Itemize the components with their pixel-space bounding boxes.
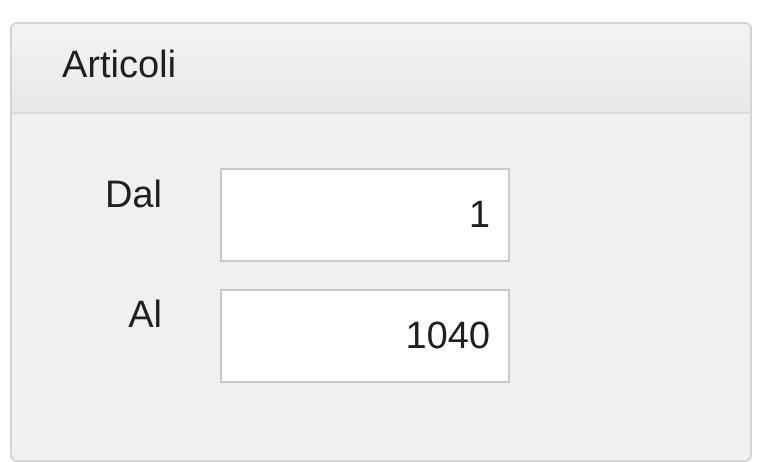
group-box-title: Articoli [62, 44, 177, 86]
to-label: Al [128, 294, 162, 336]
group-box-header: Articoli [12, 24, 750, 114]
to-input[interactable] [220, 289, 510, 383]
from-label: Dal [104, 174, 162, 216]
from-input[interactable] [220, 168, 510, 262]
